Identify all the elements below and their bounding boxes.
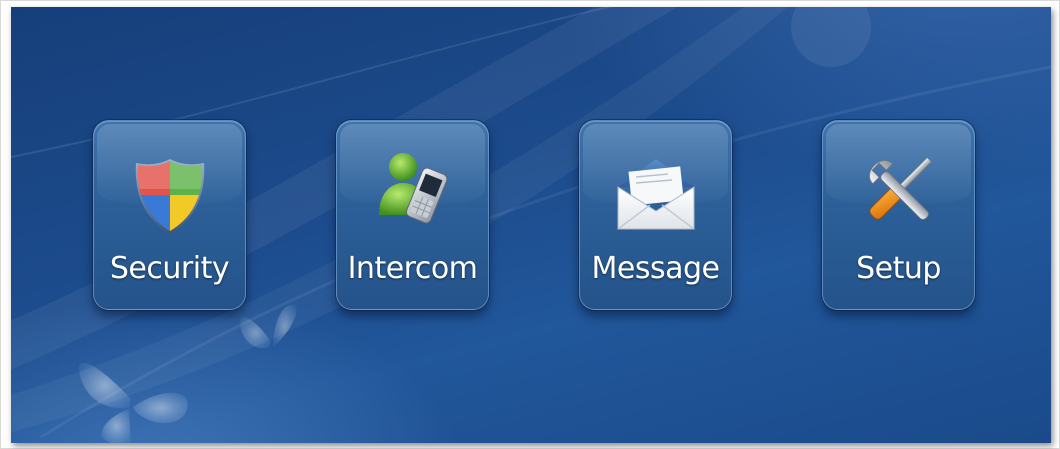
messenger-phone-icon <box>379 153 448 224</box>
message-tile[interactable]: Message <box>579 120 732 310</box>
home-screen: Security Intercom Message Setup <box>11 7 1051 443</box>
wrench-screwdriver-icon <box>869 156 933 220</box>
intercom-label: Intercom <box>347 251 478 286</box>
shield-icon <box>135 159 205 234</box>
intercom-tile[interactable]: Intercom <box>336 120 489 310</box>
security-tile[interactable]: Security <box>93 120 246 310</box>
screenshot-frame: Security Intercom Message Setup <box>0 0 1060 449</box>
security-label: Security <box>109 251 230 286</box>
setup-tile[interactable]: Setup <box>822 120 975 310</box>
message-label: Message <box>591 251 720 286</box>
envelope-icon <box>617 159 695 230</box>
setup-label: Setup <box>856 251 941 286</box>
